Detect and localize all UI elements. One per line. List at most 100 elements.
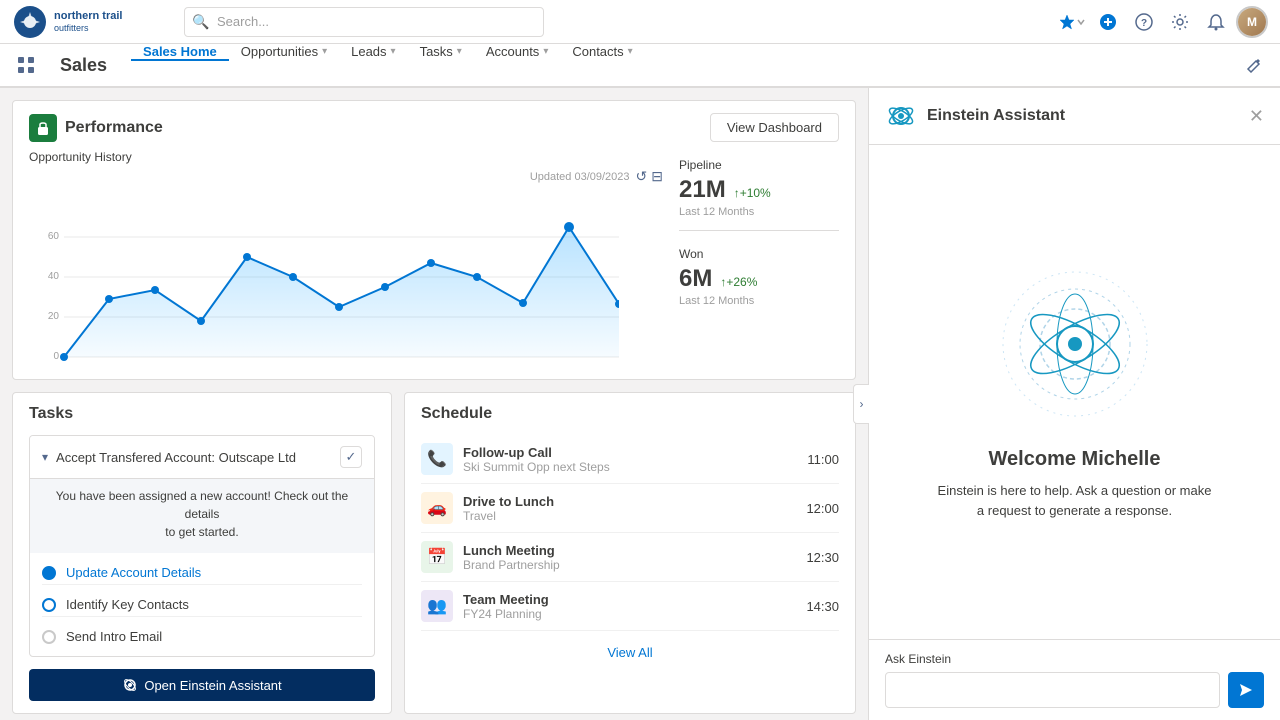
- app-grid-button[interactable]: [8, 44, 44, 86]
- schedule-item-1: 📞 Follow-up Call Ski Summit Opp next Ste…: [421, 435, 839, 484]
- nav-item-tasks[interactable]: Tasks ▾: [408, 44, 474, 61]
- schedule-info-3: Lunch Meeting Brand Partnership: [463, 543, 796, 572]
- schedule-team-icon: 👥: [421, 590, 453, 622]
- schedule-item-3: 📅 Lunch Meeting Brand Partnership 12:30: [421, 533, 839, 582]
- lock-icon: [35, 120, 51, 136]
- task-item-header[interactable]: ▾ Accept Transfered Account: Outscape Lt…: [30, 436, 374, 478]
- won-stat: Won 6M ↑+26% Last 12 Months: [679, 247, 839, 319]
- nav-item-accounts[interactable]: Accounts ▾: [474, 44, 561, 61]
- task-item: ▾ Accept Transfered Account: Outscape Lt…: [29, 435, 375, 657]
- step-bullet-2: [42, 598, 56, 612]
- svg-text:60: 60: [48, 231, 60, 242]
- chart-stats: Pipeline 21M ↑+10% Last 12 Months Won 6M…: [679, 150, 839, 367]
- svg-text:40: 40: [48, 271, 60, 282]
- einstein-ask-label: Ask Einstein: [885, 652, 1264, 666]
- add-button[interactable]: [1092, 6, 1124, 38]
- task-step-1: Update Account Details: [42, 561, 362, 585]
- gear-icon: [1171, 13, 1189, 31]
- open-einstein-button[interactable]: Open Einstein Assistant: [29, 669, 375, 701]
- einstein-desc: Einstein is here to help. Ask a question…: [935, 481, 1215, 520]
- svg-text:Jan '23: Jan '23: [463, 363, 492, 364]
- schedule-info-4: Team Meeting FY24 Planning: [463, 592, 796, 621]
- collapse-panel-button[interactable]: ›: [853, 384, 869, 424]
- svg-text:20: 20: [48, 311, 60, 322]
- einstein-body: Welcome Michelle Einstein is here to hel…: [869, 145, 1280, 639]
- search-icon: 🔍: [192, 13, 209, 30]
- chart-title: Opportunity History: [29, 150, 663, 164]
- einstein-send-button[interactable]: [1228, 672, 1264, 708]
- search-bar[interactable]: 🔍: [184, 7, 544, 37]
- view-all-button[interactable]: View All: [421, 635, 839, 670]
- setup-button[interactable]: [1164, 6, 1196, 38]
- einstein-orbit-svg: [995, 264, 1155, 424]
- filter-icon[interactable]: ⊟: [651, 168, 663, 185]
- nav-items-list: Sales Home Opportunities ▾ Leads ▾ Tasks…: [131, 44, 645, 59]
- pipeline-stat: Pipeline 21M ↑+10% Last 12 Months: [679, 158, 839, 231]
- chart-container: Opportunity History Updated 03/09/2023 ↺…: [29, 150, 663, 367]
- chart-area: Opportunity History Updated 03/09/2023 ↺…: [29, 150, 839, 367]
- pipeline-value-row: 21M ↑+10%: [679, 176, 839, 204]
- nav-item-leads[interactable]: Leads ▾: [339, 44, 407, 61]
- top-navigation: northern trail outfitters 🔍 ? M: [0, 0, 1280, 44]
- nav-item-contacts[interactable]: Contacts ▾: [560, 44, 644, 61]
- help-button[interactable]: ?: [1128, 6, 1160, 38]
- task-name: Accept Transfered Account: Outscape Ltd: [56, 450, 332, 465]
- einstein-close-button[interactable]: ✕: [1249, 106, 1264, 127]
- main-nav: Sales Home Opportunities ▾ Leads ▾ Tasks…: [131, 44, 645, 86]
- chevron-down-icon: ▾: [322, 46, 327, 57]
- search-input[interactable]: [184, 7, 544, 37]
- performance-card: Performance View Dashboard Opportunity H…: [12, 100, 856, 380]
- schedule-info-2: Drive to Lunch Travel: [463, 494, 796, 523]
- avatar[interactable]: M: [1236, 6, 1268, 38]
- logo-icon: [12, 4, 48, 40]
- star-icon: [1058, 13, 1076, 31]
- task-step-3: Send Intro Email: [42, 625, 362, 648]
- pencil-icon: [1246, 57, 1262, 73]
- chart-icons: ↺ ⊟: [636, 168, 663, 185]
- task-chevron-icon[interactable]: ▾: [42, 450, 48, 464]
- edit-nav-button[interactable]: [1236, 44, 1272, 86]
- nav-item-sales-home[interactable]: Sales Home: [131, 44, 229, 61]
- grid-icon: [17, 56, 35, 74]
- nav-actions: ? M: [1056, 6, 1268, 38]
- app-navigation: Sales Sales Home Opportunities ▾ Leads ▾…: [0, 44, 1280, 88]
- step-label-3: Send Intro Email: [66, 629, 162, 644]
- task-complete-button[interactable]: ✓: [340, 446, 362, 468]
- performance-header: Performance View Dashboard: [29, 113, 839, 142]
- task-step-2: Identify Key Contacts: [42, 593, 362, 617]
- performance-title: Performance: [65, 119, 163, 137]
- chart-svg-wrap: 0 20 40 60: [29, 189, 663, 367]
- question-icon: ?: [1135, 13, 1153, 31]
- svg-text:Dec: Dec: [423, 363, 440, 364]
- einstein-panel: › Einstein Assistant ✕: [868, 88, 1280, 720]
- chevron-down-icon: [1076, 17, 1086, 27]
- einstein-logo-icon: [885, 100, 917, 132]
- won-value-row: 6M ↑+26%: [679, 265, 839, 293]
- svg-text:Oct: Oct: [332, 363, 347, 364]
- task-body: You have been assigned a new account! Ch…: [30, 478, 374, 553]
- svg-text:Nov: Nov: [377, 363, 394, 364]
- schedule-phone-icon: 📞: [421, 443, 453, 475]
- nav-item-opportunities[interactable]: Opportunities ▾: [229, 44, 339, 61]
- bottom-section: Tasks ▾ Accept Transfered Account: Outsc…: [12, 392, 856, 714]
- favorites-button[interactable]: [1056, 6, 1088, 38]
- schedule-meeting-icon: 📅: [421, 541, 453, 573]
- send-icon: [1238, 682, 1254, 698]
- step-bullet-3: [42, 630, 56, 644]
- einstein-orbit-graphic: [995, 264, 1155, 424]
- svg-text:April: April: [55, 363, 73, 364]
- chevron-down-icon: ▾: [391, 46, 396, 57]
- svg-text:0: 0: [53, 351, 59, 362]
- performance-icon: [29, 114, 57, 142]
- notifications-button[interactable]: [1200, 6, 1232, 38]
- einstein-header: Einstein Assistant ✕: [869, 88, 1280, 145]
- bell-icon: [1207, 13, 1225, 31]
- einstein-input[interactable]: [885, 672, 1220, 708]
- tasks-card: Tasks ▾ Accept Transfered Account: Outsc…: [12, 392, 392, 714]
- refresh-icon[interactable]: ↺: [636, 168, 648, 185]
- app-name-label: Sales: [52, 44, 115, 86]
- schedule-card: Schedule 📞 Follow-up Call Ski Summit Opp…: [404, 392, 856, 714]
- svg-text:May: May: [100, 363, 118, 364]
- view-dashboard-button[interactable]: View Dashboard: [710, 113, 839, 142]
- schedule-info-1: Follow-up Call Ski Summit Opp next Steps: [463, 445, 797, 474]
